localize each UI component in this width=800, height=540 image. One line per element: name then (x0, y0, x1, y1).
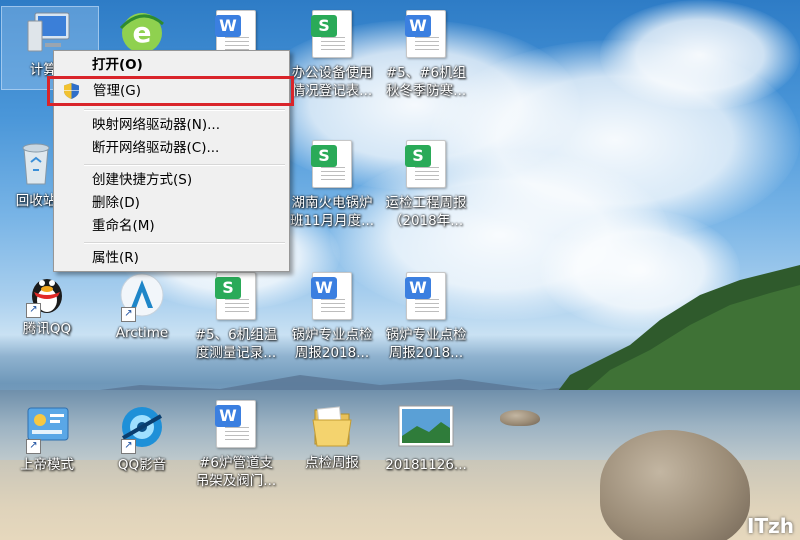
icon-label: 上帝模式 (20, 457, 74, 473)
desktop-icon-boiler-weekly-1[interactable]: W 锅炉专业点检 周报2018... (284, 272, 380, 362)
desktop-icon-temp-record[interactable]: S #5、6机组温 度测量记录... (188, 272, 284, 362)
shortcut-arrow-icon: ↗ (26, 303, 41, 318)
desktop-icon-winter-prevention[interactable]: W #5、#6机组 秋冬季防寒... (378, 10, 474, 100)
wps-sheet-icon: S (311, 140, 352, 188)
wps-sheet-icon: S (405, 140, 446, 188)
icon-label: #5、6机组温 度测量记录... (194, 327, 278, 361)
desktop-icon-qq-player[interactable]: ↗ QQ影音 (94, 402, 190, 474)
image-file-icon (398, 402, 454, 452)
menu-item-disconnect-network-drive[interactable]: 断开网络驱动器(C)... (56, 137, 287, 159)
menu-separator (84, 109, 285, 111)
icon-label: 腾讯QQ (22, 321, 72, 337)
desktop-icon-image-20181126[interactable]: 20181126... (378, 402, 474, 474)
word-doc-icon: W (405, 10, 446, 58)
context-menu: 打开(O) 管理(G) 映射网络驱动器(N)... 断开网络驱动器(C)... … (47, 50, 294, 272)
desktop-icon-boiler-monthly[interactable]: S 湖南火电锅炉 班11月月度... (284, 140, 380, 230)
menu-separator (84, 242, 285, 244)
arctime-icon: ↗ (117, 270, 167, 322)
icon-label: #5、#6机组 秋冬季防寒... (385, 65, 467, 99)
shortcut-arrow-icon: ↗ (121, 439, 136, 454)
icon-label: #6炉管道支 吊架及阀门... (195, 455, 277, 489)
desktop-icon-inspection-folder[interactable]: 点检周报 (284, 400, 380, 472)
icon-label: 点检周报 (305, 455, 359, 471)
desktop-icon-qq[interactable]: ↗ 腾讯QQ (0, 266, 95, 338)
word-doc-icon: W (215, 400, 256, 448)
desktop-icon-god-mode[interactable]: ↗ 上帝模式 (0, 402, 95, 474)
word-doc-icon: W (405, 272, 446, 320)
menu-item-create-shortcut[interactable]: 创建快捷方式(S) (56, 169, 287, 191)
icon-label: QQ影音 (117, 457, 167, 473)
icon-label: 锅炉专业点检 周报2018... (291, 327, 373, 361)
icon-label: 办公设备使用 情况登记表... (291, 65, 373, 99)
desktop-icon-pipe-support[interactable]: W #6炉管道支 吊架及阀门... (188, 400, 284, 490)
folder-icon (307, 400, 357, 450)
menu-item-rename[interactable]: 重命名(M) (56, 215, 287, 237)
qq-penguin-icon: ↗ (22, 266, 72, 318)
desktop-icon-boiler-weekly-2[interactable]: W 锅炉专业点检 周报2018... (378, 272, 474, 362)
wps-sheet-icon: S (215, 272, 256, 320)
svg-text:e: e (133, 16, 152, 49)
qq-player-icon: ↗ (117, 402, 167, 454)
wps-sheet-icon: S (311, 10, 352, 58)
shortcut-arrow-icon: ↗ (121, 307, 136, 322)
shortcut-arrow-icon: ↗ (26, 439, 41, 454)
icon-label: Arctime (115, 325, 169, 341)
menu-separator (84, 164, 285, 166)
uac-shield-icon (63, 82, 79, 99)
icon-label: 20181126... (385, 457, 467, 473)
desktop-icon-project-weekly[interactable]: S 运检工程周报 （2018年... (378, 140, 474, 230)
desktop-icon-office-equipment[interactable]: S 办公设备使用 情况登记表... (284, 10, 380, 100)
desktop-icon-arctime[interactable]: ↗ Arctime (94, 270, 190, 342)
word-doc-icon: W (311, 272, 352, 320)
menu-item-map-network-drive[interactable]: 映射网络驱动器(N)... (56, 114, 287, 136)
menu-item-properties[interactable]: 属性(R) (56, 247, 287, 269)
icon-label: 锅炉专业点检 周报2018... (385, 327, 467, 361)
control-panel-icon: ↗ (22, 402, 72, 454)
menu-item-open[interactable]: 打开(O) (56, 54, 287, 76)
menu-item-manage[interactable]: 管理(G) (47, 76, 294, 106)
menu-item-delete[interactable]: 删除(D) (56, 192, 287, 214)
icon-label: 运检工程周报 （2018年... (385, 195, 467, 229)
icon-label: 湖南火电锅炉 班11月月度... (289, 195, 375, 229)
site-watermark: ITzh (747, 514, 794, 538)
